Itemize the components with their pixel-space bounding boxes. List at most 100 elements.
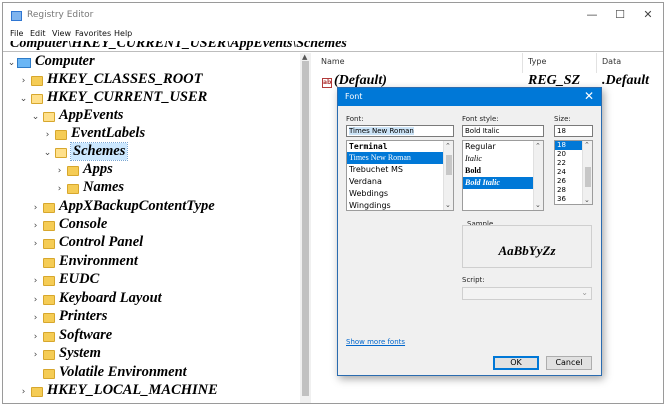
chevron-down-icon[interactable]: ⌄ [43,148,52,158]
scroll-up-icon[interactable]: ⌃ [445,142,451,150]
folder-icon [43,332,55,342]
list-item[interactable]: Times New Roman [347,152,453,164]
folder-icon [67,166,79,176]
folder-icon [43,369,55,379]
folder-open-icon [31,94,43,104]
list-item[interactable]: Webdings [347,188,453,200]
tree-item-label: HKEY_CURRENT_USER [47,89,208,105]
computer-icon [17,58,31,68]
cancel-button[interactable]: Cancel [546,356,592,370]
chevron-right-icon[interactable]: › [31,276,40,286]
chevron-right-icon[interactable]: › [55,184,64,194]
font-style-scrollbar[interactable]: ⌃ ⌄ [533,141,543,210]
chevron-down-icon[interactable]: ⌄ [19,94,28,104]
sample-text: AaBbYyZz [498,243,556,258]
chevron-down-icon[interactable]: ⌄ [581,288,588,297]
registry-tree: ⌄ Computer › HKEY_CLASSES_ROOT ⌄ HKEY_CU… [3,53,311,403]
chevron-right-icon[interactable]: › [19,76,28,86]
chevron-down-icon[interactable]: ⌄ [7,58,16,68]
menu-favorites[interactable]: Favorites [75,29,111,38]
font-style-list[interactable]: Regular Italic Bold Bold Italic ⌃ ⌄ [462,140,544,211]
menu-view[interactable]: View [52,29,71,38]
chevron-right-icon[interactable]: › [31,203,40,213]
registry-editor-icon [11,11,22,21]
folder-icon [43,350,55,360]
ok-button[interactable]: OK [493,356,539,370]
folder-icon [43,203,55,213]
font-style-label: Font style: [462,115,499,123]
list-item[interactable]: Verdana [347,176,453,188]
tree-item-label: Schemes [69,142,129,161]
column-divider[interactable] [596,53,597,73]
folder-open-icon [55,148,67,158]
font-list-scrollbar[interactable]: ⌃ ⌄ [443,141,453,210]
sample-preview: AaBbYyZz [462,225,592,268]
scroll-up-icon[interactable]: ⌃ [535,142,541,150]
size-list-scrollbar[interactable]: ⌃ ⌄ [582,141,592,204]
tree-item-label: Printers [59,308,108,324]
chevron-right-icon[interactable]: › [31,350,40,360]
list-item[interactable]: Italic [463,153,543,165]
chevron-right-icon[interactable]: › [31,239,40,249]
menu-help[interactable]: Help [114,29,132,38]
folder-icon [31,76,43,86]
chevron-right-icon[interactable]: › [55,166,64,176]
scroll-up-icon[interactable]: ⌃ [584,141,590,149]
font-style-input[interactable]: Bold Italic [462,125,544,137]
tree-item-label: AppXBackupContentType [59,198,215,214]
font-label: Font: [346,115,364,123]
menu-edit[interactable]: Edit [30,29,46,38]
scroll-down-icon[interactable]: ⌄ [584,196,590,204]
list-item[interactable]: Bold [463,165,543,177]
dialog-close-button[interactable]: ✕ [584,89,594,103]
value-data: .Default [602,73,650,88]
font-list[interactable]: Terminal Times New Roman Trebuchet MS Ve… [346,140,454,211]
scroll-down-icon[interactable]: ⌄ [445,201,451,209]
dialog-title: Font [345,92,363,101]
size-label: Size: [554,115,571,123]
tree-item-label: AppEvents [59,107,124,123]
tree-item-label: HKEY_LOCAL_MACHINE [47,382,218,398]
scroll-up-icon[interactable]: ▲ [302,53,307,61]
column-divider[interactable] [522,53,523,73]
menu-bar: File Edit View Favorites Help [3,29,663,41]
chevron-right-icon[interactable]: › [31,332,40,342]
scrollbar-thumb[interactable] [585,167,591,187]
tree-item-label: Environment [59,253,138,269]
scroll-down-icon[interactable]: ⌄ [535,201,541,209]
tree-item-label: Names [83,179,125,195]
chevron-right-icon[interactable]: › [31,221,40,231]
list-item[interactable]: Bold Italic [463,177,543,189]
close-button[interactable]: ✕ [636,7,660,23]
chevron-right-icon[interactable]: › [19,387,28,397]
tree-item-label: Control Panel [59,234,144,250]
list-item[interactable]: Wingdings [347,200,453,210]
show-more-fonts-link[interactable]: Show more fonts [346,338,405,346]
string-value-icon: ab [322,78,332,88]
chevron-right-icon[interactable]: › [31,295,40,305]
address-bar[interactable]: Computer\HKEY_CURRENT_USER\AppEvents\Sch… [3,41,663,52]
chevron-right-icon[interactable]: › [43,130,52,140]
tree-item-label: Software [59,327,113,343]
folder-icon [67,184,79,194]
menu-file[interactable]: File [10,29,23,38]
tree-item-label: System [59,345,101,361]
folder-icon [43,221,55,231]
scrollbar-thumb[interactable] [446,155,452,175]
size-list[interactable]: 18 20 22 24 26 28 36 ⌃ ⌄ [554,140,593,205]
window-title: Registry Editor [27,10,94,20]
tree-item-label: Console [59,216,108,232]
tree-scrollbar[interactable]: ▲ [300,53,311,403]
script-select[interactable]: ⌄ [462,287,592,300]
chevron-right-icon[interactable]: › [31,313,40,323]
tree-scrollbar-thumb[interactable] [302,61,309,396]
font-name-value: Times New Roman [349,127,414,135]
font-name-input[interactable]: Times New Roman [346,125,454,137]
minimize-button[interactable]: — [580,7,604,23]
list-item[interactable]: Regular [463,141,543,153]
chevron-down-icon[interactable]: ⌄ [31,112,40,122]
list-item[interactable]: Trebuchet MS [347,164,453,176]
folder-icon [43,313,55,323]
maximize-button[interactable]: ☐ [608,7,632,23]
size-input[interactable]: 18 [554,125,593,137]
